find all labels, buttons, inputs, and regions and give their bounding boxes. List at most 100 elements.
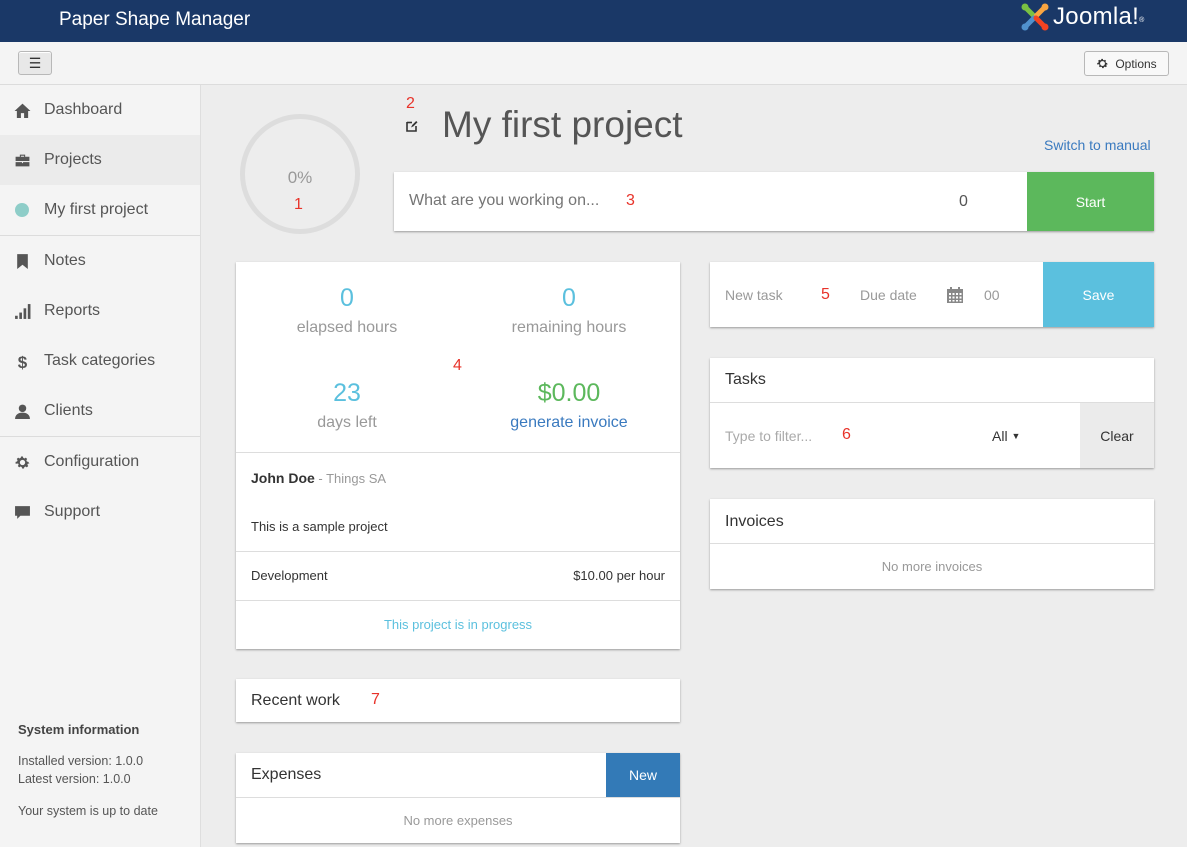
sidebar-item-label: Dashboard xyxy=(44,101,123,118)
sidebar-item-reports[interactable]: Reports xyxy=(0,286,200,336)
briefcase-icon xyxy=(15,154,29,166)
sidebar-item-configuration[interactable]: Configuration xyxy=(0,437,200,487)
sidebar-item-support[interactable]: Support xyxy=(0,487,200,537)
sidebar-item-label: Notes xyxy=(44,252,86,269)
sidebar-item-my-first-project[interactable]: My first project xyxy=(0,185,200,235)
start-button[interactable]: Start xyxy=(1027,172,1154,231)
project-status: This project is in progress xyxy=(383,617,533,632)
sidebar: Dashboard Projects My first project Note… xyxy=(0,85,201,847)
invoices-title: Invoices xyxy=(725,513,784,530)
remaining-hours-stat: 0 remaining hours xyxy=(458,284,680,337)
user-icon xyxy=(14,404,30,419)
recent-work-panel: Recent work 7 xyxy=(236,679,680,722)
client-company: - Things SA xyxy=(314,471,387,486)
project-title: My first project xyxy=(442,104,683,145)
annotation-marker: 1 xyxy=(294,196,303,213)
installed-version: Installed version: 1.0.0 xyxy=(18,754,144,768)
generate-invoice-link[interactable]: generate invoice xyxy=(458,414,680,432)
client-info: John Doe - Things SA xyxy=(251,470,386,486)
system-info-heading: System information xyxy=(18,722,140,737)
days-left-value: 23 xyxy=(333,379,361,407)
speech-bubble-icon xyxy=(14,505,30,519)
svg-text:$: $ xyxy=(17,353,27,370)
clear-filter-button[interactable]: Clear xyxy=(1080,403,1154,468)
invoice-stat: $0.00 generate invoice xyxy=(458,379,680,432)
progress-percent: 0% xyxy=(287,168,313,187)
annotation-marker: 6 xyxy=(842,426,851,443)
update-status: Your system is up to date xyxy=(18,804,158,818)
recent-work-title: Recent work xyxy=(251,692,340,709)
expenses-title: Expenses xyxy=(251,766,322,783)
divider xyxy=(236,600,680,601)
tasks-panel: Tasks Type to filter... 6 All ▼ Clear xyxy=(710,358,1154,468)
divider xyxy=(236,452,680,453)
registered-mark: ® xyxy=(1139,16,1145,24)
sidebar-item-notes[interactable]: Notes xyxy=(0,236,200,286)
days-left-label: days left xyxy=(317,414,377,431)
sidebar-item-label: Task categories xyxy=(44,352,156,369)
save-task-button[interactable]: Save xyxy=(1043,262,1154,327)
sidebar-item-label: Clients xyxy=(44,402,93,419)
joomla-wordmark: Joomla! xyxy=(1053,3,1140,30)
sidebar-item-task-categories[interactable]: $ Task categories xyxy=(0,336,200,386)
project-color-dot xyxy=(15,203,29,217)
timer-count: 0 xyxy=(959,193,968,210)
task-filter-dropdown[interactable]: All ▼ xyxy=(992,428,1020,444)
tasks-title: Tasks xyxy=(725,371,766,388)
annotation-marker: 3 xyxy=(626,192,635,209)
task-category: Development xyxy=(251,568,328,583)
task-filter-input[interactable]: Type to filter... xyxy=(725,428,812,444)
sidebar-item-dashboard[interactable]: Dashboard xyxy=(0,85,200,135)
system-information: System information Installed version: 1.… xyxy=(18,722,158,818)
work-description-input[interactable] xyxy=(409,192,609,210)
sidebar-item-label: Support xyxy=(44,503,101,520)
hourly-rate: $10.00 per hour xyxy=(573,568,665,583)
sidebar-item-label: My first project xyxy=(44,201,149,218)
invoice-amount: $0.00 xyxy=(537,379,601,407)
annotation-marker: 5 xyxy=(821,286,830,303)
sidebar-item-projects[interactable]: Projects xyxy=(0,135,200,185)
invoices-empty-message: No more invoices xyxy=(881,559,983,574)
top-header: Paper Shape Manager Joomla! ® xyxy=(0,0,1187,42)
elapsed-hours-label: elapsed hours xyxy=(296,319,398,336)
toolbar: ☰ Options xyxy=(0,42,1187,85)
days-left-stat: 23 days left xyxy=(236,379,458,432)
sidebar-item-label: Projects xyxy=(44,151,102,168)
bookmark-icon xyxy=(16,253,28,269)
invoices-panel: Invoices No more invoices xyxy=(710,499,1154,589)
annotation-marker: 2 xyxy=(406,95,415,112)
estimated-hours-input[interactable]: 00 xyxy=(984,287,1000,303)
sidebar-item-label: Reports xyxy=(44,302,101,319)
options-button[interactable]: Options xyxy=(1084,51,1169,76)
project-stats-card: 0 elapsed hours 0 remaining hours 4 23 d… xyxy=(236,262,680,649)
signal-bars-icon xyxy=(14,303,30,319)
home-icon xyxy=(14,103,30,118)
divider xyxy=(236,551,680,552)
expenses-empty-message: No more expenses xyxy=(403,813,513,828)
remaining-hours-value: 0 xyxy=(562,284,576,312)
caret-down-icon: ▼ xyxy=(1011,431,1021,441)
gear-icon xyxy=(1097,58,1109,69)
new-task-input[interactable]: New task xyxy=(725,287,783,303)
latest-version: Latest version: 1.0.0 xyxy=(18,772,131,786)
calendar-icon[interactable] xyxy=(946,286,964,304)
due-date-input[interactable]: Due date xyxy=(860,287,917,303)
switch-to-manual-link[interactable]: Switch to manual xyxy=(1044,137,1151,153)
sidebar-toggle-button[interactable]: ☰ xyxy=(18,51,52,75)
new-task-form: New task 5 Due date 00 Save xyxy=(710,262,1154,327)
project-progress-ring: 0% xyxy=(240,114,360,234)
app-title: Paper Shape Manager xyxy=(59,9,251,30)
remaining-hours-label: remaining hours xyxy=(511,319,627,336)
dollar-icon: $ xyxy=(17,353,27,370)
new-expense-button[interactable]: New xyxy=(606,753,680,797)
task-filter-value: All xyxy=(992,428,1008,444)
edit-icon[interactable] xyxy=(405,119,419,133)
hamburger-icon: ☰ xyxy=(28,54,42,71)
divider xyxy=(710,543,1154,544)
timer-bar: 3 0 Start xyxy=(394,172,1154,231)
joomla-logo[interactable]: Joomla! ® xyxy=(1020,2,1144,32)
elapsed-hours-value: 0 xyxy=(340,284,354,312)
options-label: Options xyxy=(1115,56,1157,71)
project-description: This is a sample project xyxy=(251,519,388,534)
sidebar-item-clients[interactable]: Clients xyxy=(0,386,200,436)
